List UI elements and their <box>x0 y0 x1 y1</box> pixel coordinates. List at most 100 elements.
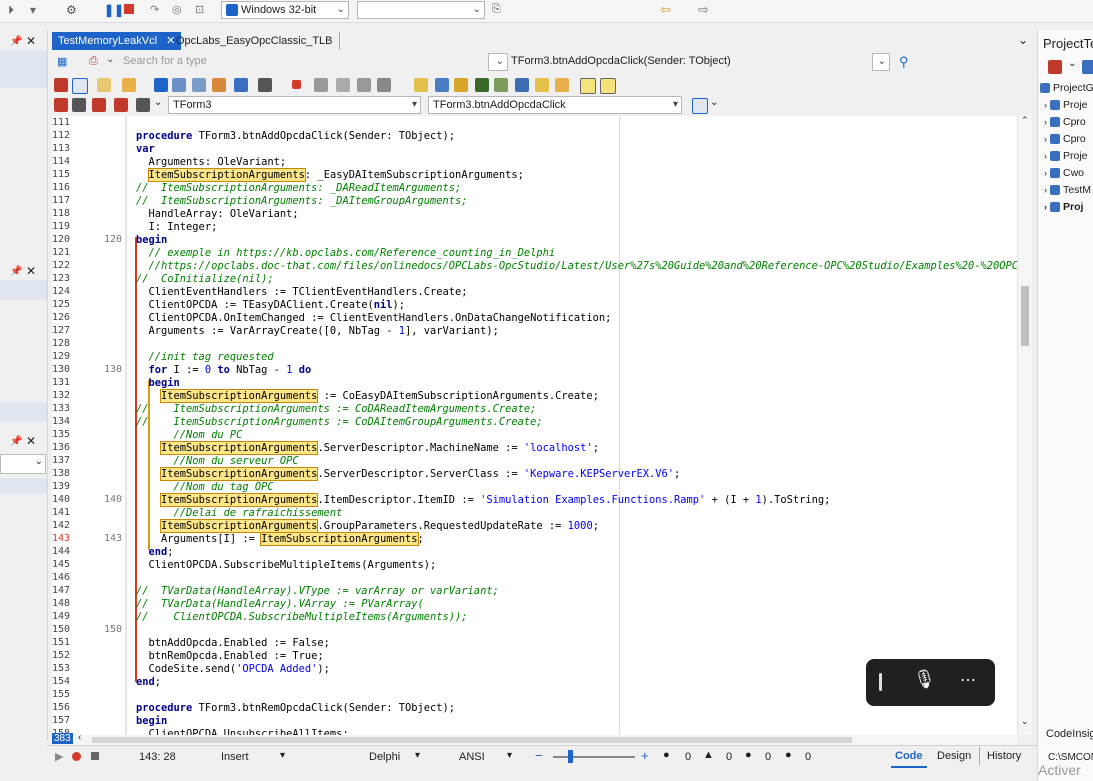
code-line[interactable]: procedure TForm3.btnAddOpcdaClick(Sender… <box>136 130 455 143</box>
step-over-icon[interactable]: ↷ <box>150 3 159 16</box>
code-line[interactable]: Arguments[I] := ItemSubscriptionArgument… <box>136 532 424 546</box>
component-icon[interactable] <box>54 78 68 92</box>
insert-mode[interactable]: Insert <box>221 751 249 763</box>
code-line[interactable]: I: Integer; <box>136 221 218 234</box>
tool-icon[interactable] <box>494 78 508 92</box>
code-line[interactable]: CodeSite.send('OPCDA Added'); <box>136 663 330 676</box>
stop-record-icon[interactable] <box>91 752 99 760</box>
code-line[interactable]: Arguments: OleVariant; <box>136 156 287 169</box>
project-tree-item[interactable]: › TestM <box>1044 184 1091 196</box>
code-line[interactable]: // ItemSubscriptionArguments := CoDARead… <box>136 403 536 416</box>
microphone-icon[interactable]: 🎙 <box>913 669 936 690</box>
code-line[interactable]: ItemSubscriptionArguments.ServerDescript… <box>136 441 599 455</box>
tab-code[interactable]: Code <box>891 746 927 768</box>
language-label[interactable]: Delphi <box>369 751 400 763</box>
code-editor[interactable]: 111 112 113 114 115 116 117 118 119 120 120 121 122 1… <box>52 116 1017 735</box>
code-line[interactable]: // exemple in https://kb.opclabs.com/Ref… <box>136 247 556 260</box>
add-icon[interactable] <box>212 78 226 92</box>
code-line[interactable]: ClientOPCDA := TEasyDAClient.Create(nil)… <box>136 299 406 312</box>
save-icon[interactable] <box>154 78 168 92</box>
close-icon[interactable]: ✕ <box>26 264 36 278</box>
chevron-down-icon[interactable]: ▾ <box>415 750 420 761</box>
run-icon[interactable]: ⏵ <box>8 3 14 18</box>
project-tree-item[interactable]: › Cwo <box>1044 167 1084 179</box>
project-icon[interactable] <box>234 78 248 92</box>
stop-icon[interactable] <box>124 4 134 14</box>
project-option-icon[interactable] <box>1048 60 1062 74</box>
code-line[interactable]: end; <box>136 676 161 689</box>
code-line[interactable]: // ItemSubscriptionArguments: _DAItemGro… <box>136 195 468 208</box>
sync-icon[interactable] <box>692 98 708 114</box>
nav-forward-icon[interactable]: ⇨ <box>698 2 709 18</box>
tool-icon[interactable] <box>535 78 549 92</box>
deploy-icon[interactable]: ⎘ <box>492 3 501 16</box>
unit-icon[interactable] <box>136 98 150 112</box>
pin-icon[interactable]: 📌 <box>10 436 22 447</box>
code-line[interactable]: btnAddOpcda.Enabled := False; <box>136 637 330 650</box>
zoom-thumb[interactable] <box>568 750 573 763</box>
code-line[interactable]: for I := 0 to NbTag - 1 do <box>136 364 312 377</box>
drag-handle-icon[interactable] <box>879 673 882 691</box>
scroll-thumb[interactable] <box>1021 286 1029 346</box>
tool-icon[interactable] <box>454 78 468 92</box>
new-icon[interactable] <box>97 78 111 92</box>
code-line[interactable]: // TVarData(HandleArray).VType := varArr… <box>136 585 499 598</box>
project-tree-item[interactable]: › Proje <box>1044 99 1088 111</box>
project-view-icon[interactable] <box>1082 60 1093 74</box>
zoom-slider[interactable] <box>553 756 635 758</box>
project-tree-item[interactable]: › Proje <box>1044 150 1088 162</box>
code-line[interactable]: ClientOPCDA.UnsubscribeAllItems; <box>136 728 349 735</box>
tool-icon[interactable] <box>515 78 529 92</box>
tab-testmemoryleakvcl[interactable]: TestMemoryLeakVcl ✕ <box>52 32 182 50</box>
pin-icon[interactable]: 📌 <box>10 266 22 277</box>
printer-icon[interactable]: ⎙ <box>89 55 98 68</box>
code-line[interactable]: ClientOPCDA.SubscribeMultipleItems(Argum… <box>136 559 437 572</box>
step-icon[interactable] <box>314 78 328 92</box>
code-line[interactable]: //Nom du serveur OPC <box>136 455 299 468</box>
save-all-icon[interactable] <box>172 78 186 92</box>
tool-icon[interactable] <box>414 78 428 92</box>
chevron-down-icon[interactable]: ⌄ <box>1068 58 1076 69</box>
code-line[interactable]: // TVarData(HandleArray).VArray := PVarA… <box>136 598 424 611</box>
pause-icon[interactable]: ❚❚ <box>104 3 124 17</box>
scroll-down-icon[interactable]: ⌄ <box>1021 716 1029 727</box>
close-icon[interactable]: ✕ <box>26 34 36 48</box>
chevron-down-icon[interactable]: ⌄ <box>710 97 718 108</box>
code-line[interactable]: ItemSubscriptionArguments.ItemDescriptor… <box>136 493 830 507</box>
close-icon[interactable]: ✕ <box>26 434 36 448</box>
tool-icon[interactable] <box>435 78 449 92</box>
code-line[interactable]: // ItemSubscriptionArguments := CoDAItem… <box>136 416 543 429</box>
debug-icon[interactable] <box>258 78 272 92</box>
method-dropdown[interactable]: ⌄ <box>872 53 890 71</box>
code-line[interactable]: //Nom du PC <box>136 429 243 442</box>
code-line[interactable]: //Nom du tag OPC <box>136 481 274 494</box>
structure-icon[interactable]: ▦ <box>57 55 67 68</box>
interface-icon[interactable] <box>92 98 106 112</box>
chevron-down-icon[interactable]: ⌄ <box>154 97 162 108</box>
implementation-icon[interactable] <box>114 98 128 112</box>
inherit-icon[interactable] <box>54 98 68 112</box>
hscroll-thumb[interactable] <box>92 737 852 743</box>
chevron-down-icon[interactable]: ⌄ <box>106 54 114 65</box>
play-icon[interactable]: ▶ <box>55 750 63 763</box>
code-line[interactable]: // ClientOPCDA.SubscribeMultipleItems(Ar… <box>136 611 468 624</box>
platform-select[interactable]: Windows 32-bit ⌄ <box>221 1 349 19</box>
debug-icon[interactable]: ⚙ <box>66 3 77 17</box>
project-tree-item[interactable]: › Proj <box>1044 201 1083 213</box>
project-tree-item[interactable]: ProjectG <box>1040 82 1093 94</box>
chevron-down-icon[interactable]: ▾ <box>280 750 285 761</box>
step-into-icon[interactable]: ◎ <box>172 3 182 16</box>
code-line[interactable]: Arguments := VarArrayCreate([0, NbTag - … <box>136 325 499 338</box>
code-line[interactable]: begin <box>136 377 180 390</box>
help-icon[interactable] <box>580 78 596 94</box>
left-panel-combo[interactable]: ⌄ <box>0 454 46 474</box>
search-for-type-input[interactable]: Search for a type <box>123 55 207 67</box>
config-select[interactable]: ⌄ <box>357 1 485 19</box>
step-icon[interactable] <box>377 78 391 92</box>
code-line[interactable]: ItemSubscriptionArguments.GroupParameter… <box>136 519 599 533</box>
options-icon[interactable] <box>192 78 206 92</box>
more-options-icon[interactable]: ⋯ <box>960 670 976 690</box>
project-tree-item[interactable]: › Cpro <box>1044 133 1086 145</box>
code-line[interactable]: procedure TForm3.btnRemOpcdaClick(Sender… <box>136 702 455 715</box>
tab-opclabs-easyopcclassic-tlb[interactable]: OpcLabs_EasyOpcClassic_TLB <box>170 32 340 50</box>
